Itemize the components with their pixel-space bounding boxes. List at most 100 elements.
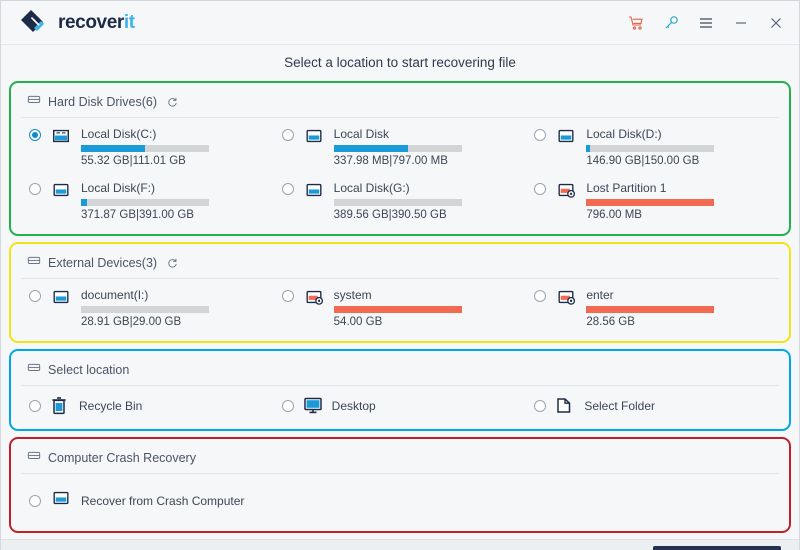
location-radio[interactable]	[29, 399, 41, 412]
crash-recovery-label: Recover from Crash Computer	[81, 493, 245, 508]
drive-size: 28.56 GB	[586, 316, 635, 328]
drive-size: 55.32 GB|111.01 GB	[81, 155, 186, 167]
drive-size: 389.56 GB|390.50 GB	[333, 209, 447, 221]
drive-item[interactable]: Local Disk(D:) 146.90 GB|150.00 GB	[526, 122, 779, 172]
drive-item[interactable]: document(I:) 28.91 GB|29.00 GB	[21, 283, 274, 333]
hard-disk-drive-grid: Local Disk(C:) 55.32 GB|111.01 GB Local Di…	[21, 122, 779, 226]
drive-radio[interactable]	[29, 183, 41, 195]
drive-size: 371.87 GB|391.00 GB	[81, 209, 194, 221]
drive-section-icon	[27, 360, 41, 379]
drive-usage-bar	[81, 145, 209, 152]
section-title-external-devices: External Devices(3)	[48, 255, 158, 270]
drive-radio[interactable]	[534, 129, 547, 141]
key-icon[interactable]	[662, 14, 680, 32]
drive-details: Local Disk(C:) 55.32 GB|111.01 GB	[81, 126, 270, 169]
folder-icon	[555, 396, 575, 415]
page-title: Select a location to start recovering fi…	[284, 54, 516, 70]
menu-icon[interactable]	[697, 14, 715, 32]
disk-icon	[303, 180, 325, 205]
section-header-select-location: Select location	[21, 357, 779, 386]
section-header-external-devices: External Devices(3)	[21, 250, 779, 279]
drive-size: 337.98 MB|797.00 MB	[333, 155, 448, 167]
drive-item[interactable]: Local Disk 337.98 MB|797.00 MB	[274, 122, 527, 172]
location-label: Recycle Bin	[79, 398, 143, 413]
drive-usage-bar	[586, 199, 715, 206]
drive-usage-bar	[333, 145, 462, 152]
location-label: Select Folder	[584, 398, 656, 413]
drive-section-icon	[27, 253, 41, 272]
external-device-grid: document(I:) 28.91 GB|29.00 GB system 54.00…	[21, 283, 779, 333]
drive-details: Local Disk(D:) 146.90 GB|150.00 GB	[586, 126, 775, 169]
drive-radio[interactable]	[29, 129, 41, 141]
drive-details: system 54.00 GB	[333, 287, 523, 330]
disk-icon	[303, 126, 325, 151]
drive-size: 54.00 GB	[333, 316, 383, 328]
drive-name: enter	[586, 288, 614, 302]
drive-radio[interactable]	[281, 290, 294, 302]
drive-usage-bar	[333, 199, 462, 206]
cart-icon[interactable]	[627, 14, 645, 32]
drive-name: Lost Partition 1	[586, 181, 667, 195]
window-controls	[627, 14, 785, 32]
drive-name: Local Disk	[333, 127, 390, 141]
section-hard-disk-drives: Hard Disk Drives(6) Local Disk(C:) 55.32 …	[9, 81, 791, 236]
drive-details: Local Disk 337.98 MB|797.00 MB	[333, 126, 523, 169]
drive-item[interactable]: enter 28.56 GB	[526, 283, 779, 333]
recycle-bin-icon	[50, 396, 70, 415]
location-label: Desktop	[331, 398, 376, 413]
drive-usage-bar	[586, 306, 715, 313]
desktop-icon	[303, 396, 323, 415]
location-item[interactable]: Recycle Bin	[21, 390, 274, 421]
crash-recovery-option[interactable]: Recover from Crash Computer	[21, 478, 779, 523]
close-icon[interactable]	[767, 14, 785, 32]
drive-radio[interactable]	[534, 290, 547, 302]
brand: recoverit	[19, 8, 135, 38]
drive-usage-bar	[333, 306, 462, 313]
footer-bar: Cannot detect your drive or device? Feed…	[1, 539, 799, 550]
drive-name: Local Disk(F:)	[81, 181, 156, 195]
drive-radio[interactable]	[29, 290, 41, 302]
select-location-grid: Recycle Bin Desktop Select Folder	[21, 390, 779, 421]
lost-disk-icon	[303, 287, 325, 312]
refresh-icon[interactable]	[166, 96, 178, 108]
minimize-icon[interactable]	[732, 14, 750, 32]
drive-size: 796.00 MB	[586, 209, 642, 221]
drive-name: system	[333, 288, 372, 302]
section-title-crash-recovery: Computer Crash Recovery	[48, 450, 196, 465]
disk-icon	[50, 488, 72, 513]
section-select-location: Select location Recycle Bin Desktop Select…	[9, 349, 791, 431]
drive-name: Local Disk(D:)	[586, 127, 662, 141]
section-header-hard-disks: Hard Disk Drives(6)	[21, 89, 779, 118]
drive-details: Local Disk(F:) 371.87 GB|391.00 GB	[81, 180, 270, 223]
drive-usage-bar	[81, 306, 209, 313]
drive-radio[interactable]	[281, 129, 294, 141]
drive-item[interactable]: Lost Partition 1 796.00 MB	[526, 176, 779, 226]
brand-name-main: recover	[58, 11, 124, 33]
recoverit-window: recoverit Select a location to start rec…	[0, 0, 800, 550]
drive-usage-bar	[81, 199, 209, 206]
disk-icon	[555, 126, 577, 151]
drive-radio[interactable]	[281, 183, 294, 195]
drive-item[interactable]: Local Disk(F:) 371.87 GB|391.00 GB	[21, 176, 274, 226]
location-item[interactable]: Desktop	[274, 390, 527, 421]
crash-recovery-radio[interactable]	[29, 494, 41, 507]
section-external-devices: External Devices(3) document(I:) 28.91 GB…	[9, 242, 791, 343]
drive-section-icon	[27, 92, 41, 111]
lost-disk-icon	[555, 287, 577, 312]
recoverit-logo-icon	[19, 8, 49, 38]
drive-details: enter 28.56 GB	[586, 287, 775, 330]
location-radio[interactable]	[281, 399, 294, 412]
drive-name: document(I:)	[81, 288, 149, 302]
drive-item[interactable]: Local Disk(G:) 389.56 GB|390.50 GB	[274, 176, 527, 226]
drive-item[interactable]: system 54.00 GB	[274, 283, 527, 333]
drive-section-icon	[27, 448, 41, 467]
brand-name: recoverit	[58, 12, 135, 34]
drive-name: Local Disk(C:)	[81, 127, 157, 141]
title-bar: recoverit	[1, 1, 799, 45]
drive-radio[interactable]	[534, 183, 547, 195]
drive-item[interactable]: Local Disk(C:) 55.32 GB|111.01 GB	[21, 122, 274, 172]
start-button[interactable]: Start	[653, 546, 781, 550]
location-radio[interactable]	[534, 399, 547, 412]
refresh-icon[interactable]	[166, 257, 178, 269]
location-item[interactable]: Select Folder	[526, 390, 779, 421]
